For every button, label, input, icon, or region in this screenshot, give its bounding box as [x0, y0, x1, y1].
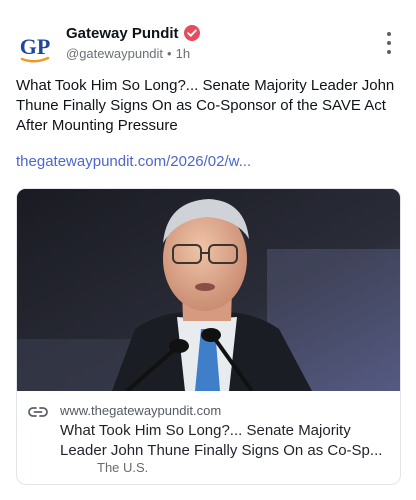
- author-block: Gateway Pundit @gatewaypundit • 1h: [66, 22, 201, 61]
- author-name[interactable]: Gateway Pundit: [66, 25, 179, 42]
- avatar-letters: GP: [20, 34, 51, 59]
- card-title[interactable]: What Took Him So Long?... Senate Majorit…: [60, 421, 392, 461]
- social-post: GP Gateway Pundit @gatewaypundit • 1h Wh…: [0, 0, 416, 500]
- separator-dot: •: [167, 46, 172, 61]
- post-header: GP Gateway Pundit @gatewaypundit • 1h: [14, 20, 402, 68]
- post-time[interactable]: 1h: [176, 46, 190, 61]
- card-meta: www.thegatewaypundit.com What Took Him S…: [17, 391, 400, 484]
- gateway-pundit-logo-icon: GP: [14, 26, 56, 68]
- avatar[interactable]: GP: [14, 26, 56, 68]
- post-text: What Took Him So Long?... Senate Majorit…: [16, 77, 395, 134]
- link-preview-card[interactable]: www.thegatewaypundit.com What Took Him S…: [16, 188, 401, 485]
- post-link[interactable]: thegatewaypundit.com/2026/02/w...: [16, 152, 400, 172]
- card-image[interactable]: [17, 189, 400, 391]
- link-icon: [28, 405, 48, 419]
- more-options-icon[interactable]: [380, 32, 398, 54]
- speaker-photo: [17, 189, 400, 391]
- author-handle[interactable]: @gatewaypundit: [66, 46, 163, 61]
- card-category: The U.S.: [97, 460, 149, 475]
- card-domain[interactable]: www.thegatewaypundit.com: [60, 403, 221, 418]
- verified-badge-icon: [183, 24, 201, 42]
